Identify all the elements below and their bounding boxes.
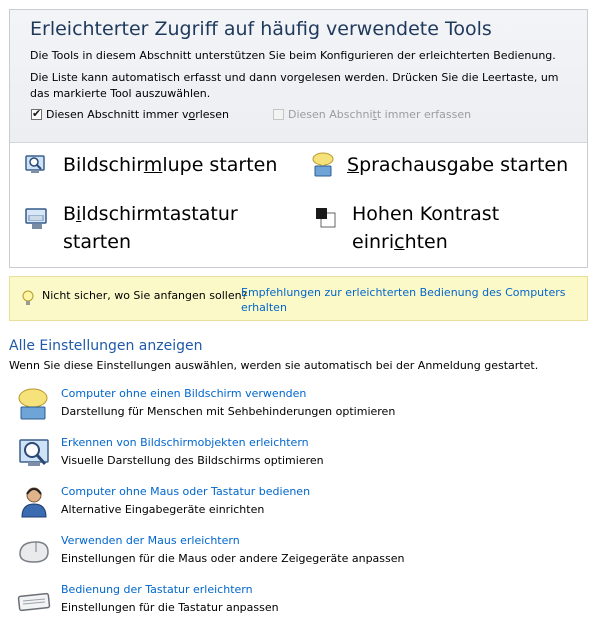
setting-link[interactable]: Computer ohne Maus oder Tastatur bediene… xyxy=(61,485,310,498)
setting-description: Alternative Eingabegeräte einrichten xyxy=(61,503,265,516)
always-scan-checkbox: Diesen Abschnitt immer erfassen xyxy=(273,108,471,121)
checkbox-box-disabled xyxy=(273,109,284,120)
always-scan-label: Diesen Abschnitt immer erfassen xyxy=(288,108,472,121)
setting-item-mouse[interactable]: Verwenden der Maus erleichtern Einstellu… xyxy=(16,534,576,574)
quick-access-header: Erleichterter Zugriff auf häufig verwend… xyxy=(10,10,587,143)
all-settings-description: Wenn Sie diese Einstellungen auswählen, … xyxy=(9,359,539,372)
magnifier-icon xyxy=(25,155,45,173)
recommendations-link[interactable]: Empfehlungen zur erleichterten Bedienung… xyxy=(241,285,571,315)
tip-bar: Nicht sicher, wo Sie anfangen sollen? Em… xyxy=(9,276,588,321)
lightbulb-icon xyxy=(22,290,34,305)
checkbox-box[interactable]: ✔ xyxy=(31,107,42,120)
quick-access-title: Erleichterter Zugriff auf häufig verwend… xyxy=(30,18,492,40)
setting-link[interactable]: Computer ohne einen Bildschirm verwenden xyxy=(61,387,306,400)
setting-item-no-mouse-keyboard[interactable]: Computer ohne Maus oder Tastatur bediene… xyxy=(16,485,576,525)
setting-description: Einstellungen für die Maus oder andere Z… xyxy=(61,552,405,565)
setting-item-keyboard[interactable]: Bedienung der Tastatur erleichtern Einst… xyxy=(16,583,576,623)
setting-link[interactable]: Verwenden der Maus erleichtern xyxy=(61,534,240,547)
setting-description: Visuelle Darstellung des Bildschirms opt… xyxy=(61,454,324,467)
setting-item-screen-objects[interactable]: Erkennen von Bildschirmobjekten erleicht… xyxy=(16,436,576,476)
speech-bubble-monitor-icon xyxy=(18,388,48,420)
setting-item-no-display[interactable]: Computer ohne einen Bildschirm verwenden… xyxy=(16,387,576,427)
tip-text: Nicht sicher, wo Sie anfangen sollen? xyxy=(42,289,248,302)
keyboard-icon xyxy=(17,592,51,612)
start-narrator-link[interactable]: Sprachausgabe starten xyxy=(347,151,568,179)
setting-description: Einstellungen für die Tastatur anpassen xyxy=(61,601,279,614)
always-read-checkbox[interactable]: ✔ Diesen Abschnitt immer vorlesen xyxy=(31,107,230,121)
setup-high-contrast-link[interactable]: Hohen Kontrast einrichten xyxy=(352,200,532,256)
setting-link[interactable]: Erkennen von Bildschirmobjekten erleicht… xyxy=(61,436,309,449)
all-settings-title: Alle Einstellungen anzeigen xyxy=(9,338,203,354)
always-read-label: Diesen Abschnitt immer vorlesen xyxy=(46,108,230,121)
high-contrast-icon xyxy=(316,208,336,228)
narrator-icon xyxy=(312,152,334,177)
mouse-icon xyxy=(19,541,49,563)
setting-link[interactable]: Bedienung der Tastatur erleichtern xyxy=(61,583,253,596)
start-magnifier-link[interactable]: Bildschirmlupe starten xyxy=(63,151,277,179)
person-headset-icon xyxy=(21,487,47,518)
quick-access-description: Die Tools in diesem Abschnitt unterstütz… xyxy=(30,49,556,62)
setting-description: Darstellung für Menschen mit Sehbehinder… xyxy=(61,405,396,418)
quick-access-instructions: Die Liste kann automatisch erfasst und d… xyxy=(30,71,559,100)
checkmark-icon: ✔ xyxy=(32,107,42,120)
magnifier-monitor-icon xyxy=(19,439,49,466)
on-screen-keyboard-icon xyxy=(25,208,47,229)
start-on-screen-keyboard-link[interactable]: Bildschirmtastatur starten xyxy=(63,200,243,256)
